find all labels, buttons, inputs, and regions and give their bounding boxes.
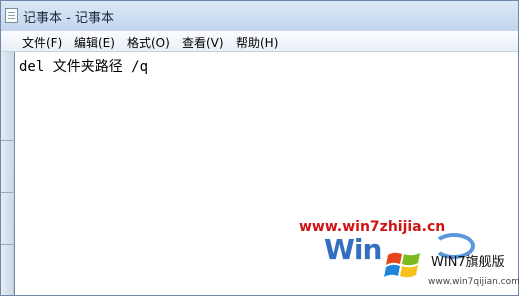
divider: [1, 140, 13, 141]
menu-edit[interactable]: 编辑(E): [74, 34, 115, 51]
window-title: 记事本 - 记事本: [23, 11, 114, 26]
editor-content[interactable]: del 文件夹路径 /q: [19, 56, 148, 76]
notepad-window: 记事本 - 记事本 文件(F) 编辑(E) 格式(O) 查看(V) 帮助(H) …: [0, 0, 519, 296]
menu-format[interactable]: 格式(O): [127, 34, 170, 51]
notepad-icon: [5, 8, 18, 23]
menu-bar: 文件(F) 编辑(E) 格式(O) 查看(V) 帮助(H): [1, 31, 518, 52]
watermark-logo: Win: [324, 233, 382, 266]
title-bar[interactable]: 记事本 - 记事本: [1, 1, 518, 31]
watermark-url: www.win7qijian.com: [428, 277, 519, 287]
divider: [1, 244, 13, 245]
background-window-edge: [1, 52, 13, 295]
divider: [1, 192, 13, 193]
windows-flag-icon: [384, 252, 420, 278]
menu-help[interactable]: 帮助(H): [236, 34, 278, 51]
watermark-brand: WIN7旗舰版: [431, 255, 505, 270]
menu-file[interactable]: 文件(F): [22, 34, 62, 51]
menu-view[interactable]: 查看(V): [182, 34, 224, 51]
